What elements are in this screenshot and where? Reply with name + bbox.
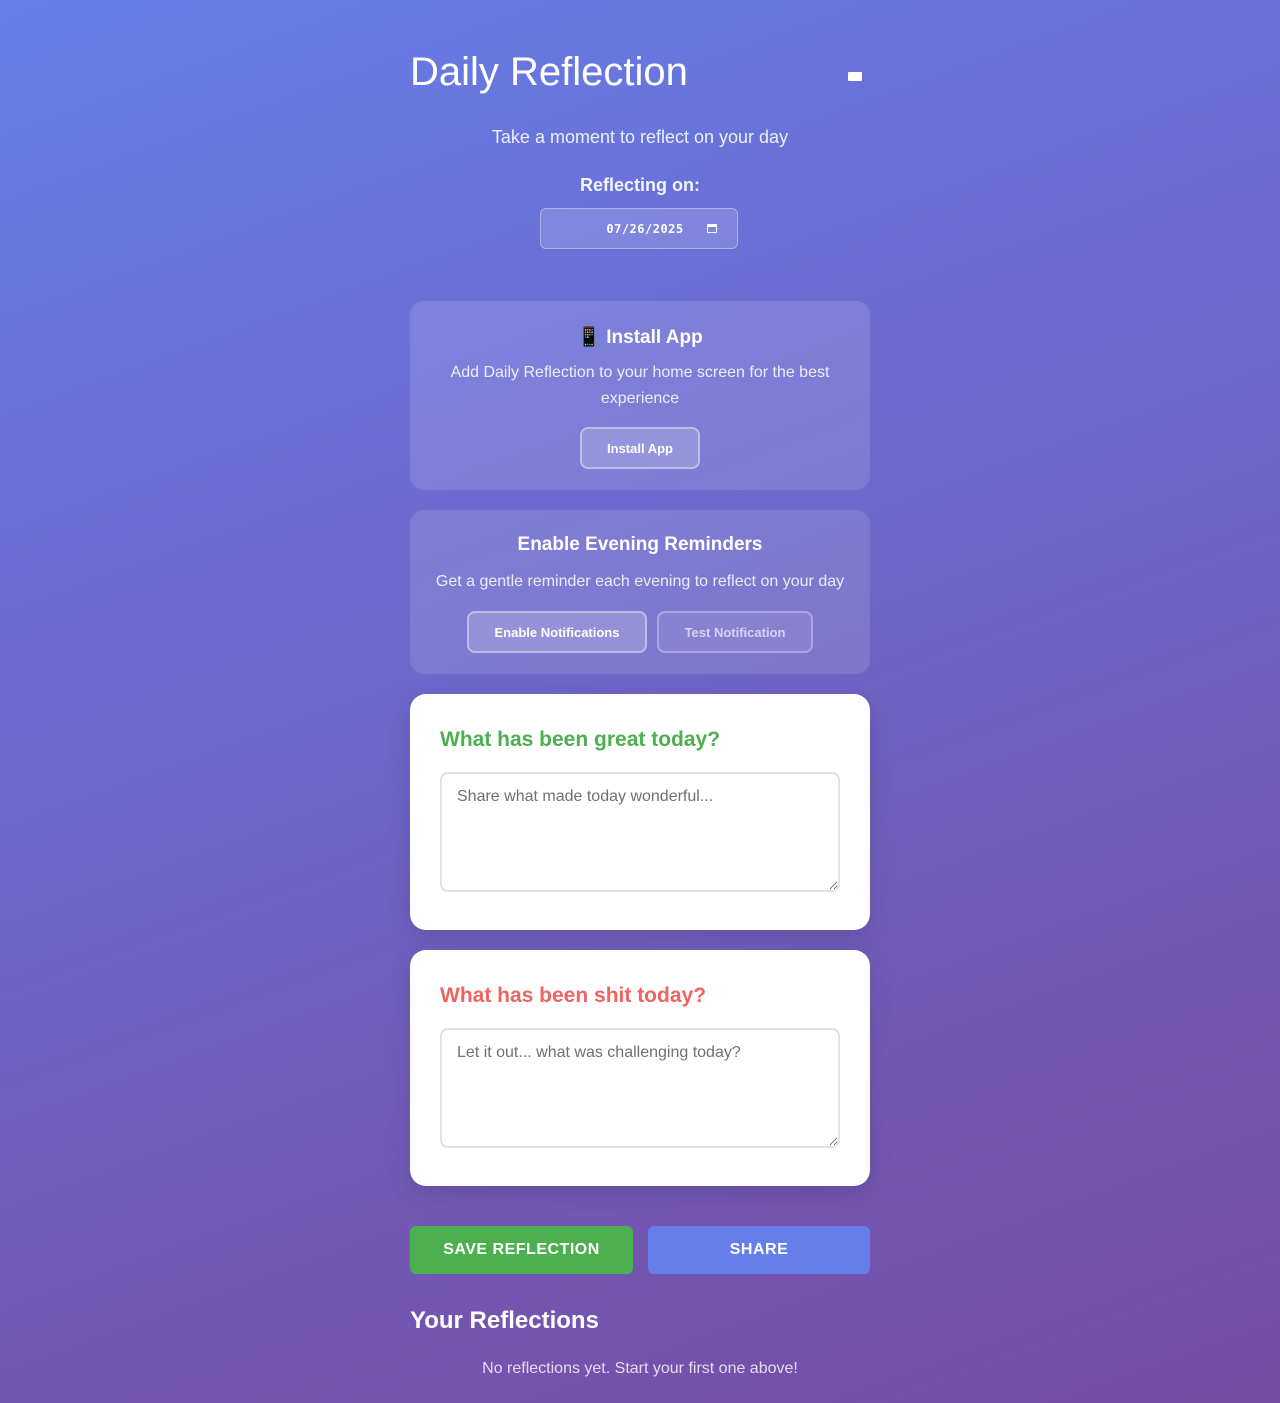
share-button[interactable]: SHARE xyxy=(648,1226,870,1274)
test-notification-button[interactable]: Test Notification xyxy=(657,611,813,653)
reminder-card: Enable Evening Reminders Get a gentle re… xyxy=(410,510,870,674)
install-card-title: 📱 Install App xyxy=(410,325,870,349)
save-reflection-button[interactable]: SAVE REFLECTION xyxy=(410,1226,633,1274)
install-card: 📱 Install App Add Daily Reflection to yo… xyxy=(410,301,870,490)
page-title: Daily Reflection xyxy=(410,50,688,94)
great-today-question: What has been great today? xyxy=(440,728,721,751)
main-container: Daily Reflection Take a moment to reflec… xyxy=(410,0,870,1377)
shit-today-card: What has been shit today? xyxy=(410,950,870,1186)
page-subtitle: Take a moment to reflect on your day xyxy=(491,127,789,147)
enable-notifications-button[interactable]: Enable Notifications xyxy=(467,611,647,653)
date-label: Reflecting on: xyxy=(580,175,700,195)
date-input[interactable]: 07/26/2025 xyxy=(540,208,738,249)
date-value[interactable]: 07/26/2025 xyxy=(606,222,683,236)
shit-today-textarea[interactable] xyxy=(440,1028,840,1148)
reflections-empty-message: No reflections yet. Start your first one… xyxy=(482,1360,798,1377)
shit-today-question: What has been shit today? xyxy=(440,984,707,1007)
install-app-button[interactable]: Install App xyxy=(580,427,700,469)
header: Daily Reflection xyxy=(410,0,870,110)
reminder-card-description: Get a gentle reminder each evening to re… xyxy=(435,573,845,590)
minimize-icon[interactable] xyxy=(848,72,862,81)
reflections-heading: Your Reflections xyxy=(410,1307,599,1334)
install-card-description: Add Daily Reflection to your home screen… xyxy=(450,364,830,407)
install-card-title-text: Install App xyxy=(606,327,703,348)
calendar-icon[interactable] xyxy=(707,224,717,233)
great-today-textarea[interactable] xyxy=(440,772,840,892)
phone-icon: 📱 xyxy=(577,327,601,348)
great-today-card: What has been great today? xyxy=(410,694,870,930)
reminder-card-title: Enable Evening Reminders xyxy=(517,534,763,555)
